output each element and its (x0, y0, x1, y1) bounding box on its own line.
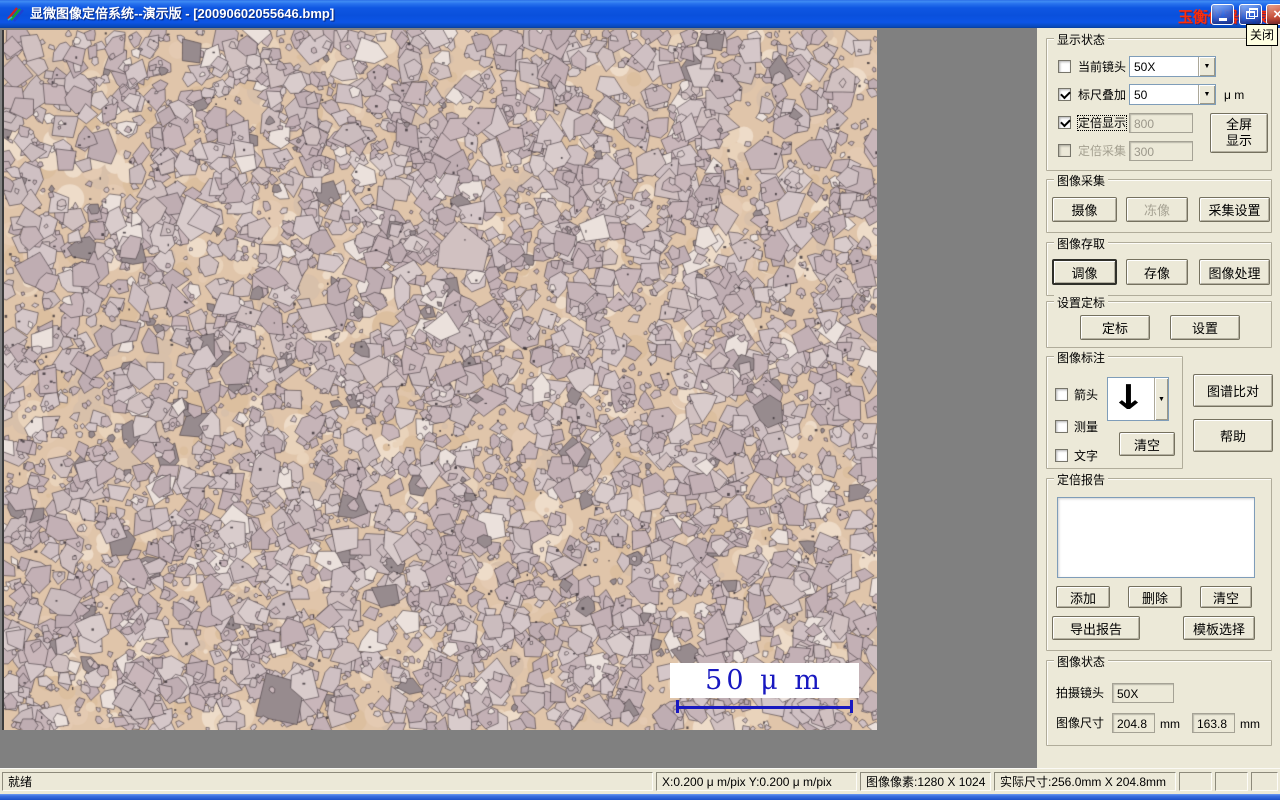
fixed-capture-field: 300 (1129, 141, 1193, 161)
export-report-button[interactable]: 导出报告 (1052, 616, 1140, 640)
calibration-group: 设置定标 定标 设置 (1046, 294, 1272, 348)
report-clear-button[interactable]: 清空 (1200, 586, 1252, 608)
title-bar: 显微图像定倍系统--演示版 - [20090602055646.bmp] 玉衡仪… (0, 0, 1280, 28)
display-status-legend: 显示状态 (1054, 31, 1109, 48)
arrow-checkbox[interactable] (1055, 388, 1068, 401)
app-icon (7, 7, 24, 22)
fullscreen-button[interactable]: 全屏显示 (1210, 113, 1268, 153)
report-group: 定倍报告 添加 删除 清空 导出报告 模板选择 (1046, 471, 1272, 651)
current-lens-combo[interactable]: 50X ▼ (1129, 56, 1216, 77)
fixed-display-checkbox[interactable] (1058, 116, 1071, 129)
status-image-pixels: 图像像素:1280 X 1024 (860, 772, 991, 791)
control-panel: 显示状态 当前镜头 50X ▼ 标尺叠加 50 ▼ μ m 定倍显示 800 定… (1037, 28, 1280, 768)
measure-checkbox[interactable] (1055, 420, 1068, 433)
status-bar: 就绪 X:0.200 μ m/pix Y:0.200 μ m/pix 图像像素:… (0, 768, 1280, 794)
height-value-field: 163.8 (1192, 713, 1235, 733)
report-legend: 定倍报告 (1054, 471, 1109, 488)
app-window: 显微图像定倍系统--演示版 - [20090602055646.bmp] 玉衡仪… (0, 0, 1280, 800)
measure-label: 测量 (1074, 420, 1099, 434)
current-lens-checkbox[interactable] (1058, 60, 1071, 73)
setup-button[interactable]: 设置 (1170, 315, 1240, 340)
ruler-value-combo[interactable]: 50 ▼ (1129, 84, 1216, 105)
micrograph-viewport[interactable]: 50 μ m (2, 30, 877, 730)
lens-value-field: 50X (1112, 683, 1174, 703)
fixed-display-field: 800 (1129, 113, 1193, 133)
fixed-display-label: 定倍显示 (1076, 115, 1128, 131)
close-icon: × (1273, 6, 1280, 23)
lens-label: 拍摄镜头 (1056, 686, 1105, 700)
report-list[interactable] (1057, 497, 1255, 578)
close-button[interactable]: × (1266, 4, 1280, 25)
size-label: 图像尺寸 (1056, 716, 1105, 730)
save-image-button[interactable]: 存像 (1126, 259, 1188, 285)
chevron-down-icon[interactable]: ▼ (1154, 378, 1168, 420)
height-unit-label: mm (1240, 717, 1260, 731)
current-lens-label: 当前镜头 (1078, 60, 1127, 74)
ruler-overlay-checkbox[interactable] (1058, 88, 1071, 101)
annotation-legend: 图像标注 (1054, 349, 1109, 366)
load-image-button[interactable]: 调像 (1052, 259, 1117, 285)
arrow-style-combo[interactable]: ↓ ▼ (1107, 377, 1169, 421)
arrow-label: 箭头 (1074, 388, 1099, 402)
image-status-legend: 图像状态 (1054, 653, 1109, 670)
minimize-icon (1218, 13, 1227, 21)
status-pixel-scale: X:0.200 μ m/pix Y:0.200 μ m/pix (656, 772, 857, 791)
fixed-capture-checkbox (1058, 144, 1071, 157)
restore-icon (1246, 7, 1258, 19)
status-actual-size: 实际尺寸:256.0mm X 204.8mm (994, 772, 1176, 791)
capture-group: 图像采集 摄像 冻像 采集设置 (1046, 172, 1272, 233)
scale-bar-label: 50 μ m (670, 663, 859, 698)
status-ready: 就绪 (2, 772, 653, 791)
fixed-capture-label: 定倍采集 (1078, 144, 1127, 158)
width-unit-label: mm (1160, 717, 1180, 731)
report-delete-button[interactable]: 删除 (1128, 586, 1182, 608)
image-process-button[interactable]: 图像处理 (1199, 259, 1270, 285)
close-tooltip: 关闭 (1246, 24, 1279, 46)
width-value-field: 204.8 (1112, 713, 1155, 733)
storage-group: 图像存取 调像 存像 图像处理 (1046, 235, 1272, 296)
scale-bar-tick-left (676, 700, 679, 713)
status-empty-panel (1215, 772, 1248, 791)
client-area: 50 μ m (0, 28, 1037, 768)
scale-bar-line (678, 706, 851, 709)
status-empty-panel (1251, 772, 1278, 791)
ruler-unit-label: μ m (1224, 88, 1245, 102)
clear-annotation-button[interactable]: 清空 (1119, 432, 1175, 456)
window-bottom-border (0, 794, 1280, 800)
report-add-button[interactable]: 添加 (1056, 586, 1110, 608)
calibrate-button[interactable]: 定标 (1080, 315, 1150, 340)
calibration-legend: 设置定标 (1054, 294, 1109, 311)
down-arrow-icon: ↓ (1110, 378, 1147, 418)
minimize-button[interactable] (1211, 4, 1234, 25)
help-button[interactable]: 帮助 (1193, 419, 1273, 452)
window-title: 显微图像定倍系统--演示版 - [20090602055646.bmp] (30, 6, 335, 21)
status-empty-panel (1179, 772, 1212, 791)
micrograph-image (4, 30, 877, 730)
capture-legend: 图像采集 (1054, 172, 1109, 189)
atlas-compare-button[interactable]: 图谱比对 (1193, 374, 1273, 407)
fullscreen-button-label: 全屏显示 (1225, 117, 1252, 148)
image-status-group: 图像状态 拍摄镜头 50X 图像尺寸 204.8 mm 163.8 mm (1046, 653, 1272, 746)
annotation-group: 图像标注 箭头 ↓ ▼ 测量 清空 文字 (1046, 349, 1183, 469)
chevron-down-icon[interactable]: ▼ (1198, 57, 1215, 76)
capture-settings-button[interactable]: 采集设置 (1199, 197, 1270, 222)
ruler-overlay-label: 标尺叠加 (1078, 88, 1127, 102)
freeze-button: 冻像 (1126, 197, 1188, 222)
chevron-down-icon[interactable]: ▼ (1198, 85, 1215, 104)
text-checkbox[interactable] (1055, 449, 1068, 462)
display-status-group: 显示状态 当前镜头 50X ▼ 标尺叠加 50 ▼ μ m 定倍显示 800 定… (1046, 31, 1272, 171)
camera-button[interactable]: 摄像 (1052, 197, 1117, 222)
storage-legend: 图像存取 (1054, 235, 1109, 252)
text-label: 文字 (1074, 449, 1099, 463)
template-select-button[interactable]: 模板选择 (1183, 616, 1255, 640)
restore-button[interactable] (1239, 4, 1262, 25)
scale-bar-tick-right (850, 700, 853, 713)
